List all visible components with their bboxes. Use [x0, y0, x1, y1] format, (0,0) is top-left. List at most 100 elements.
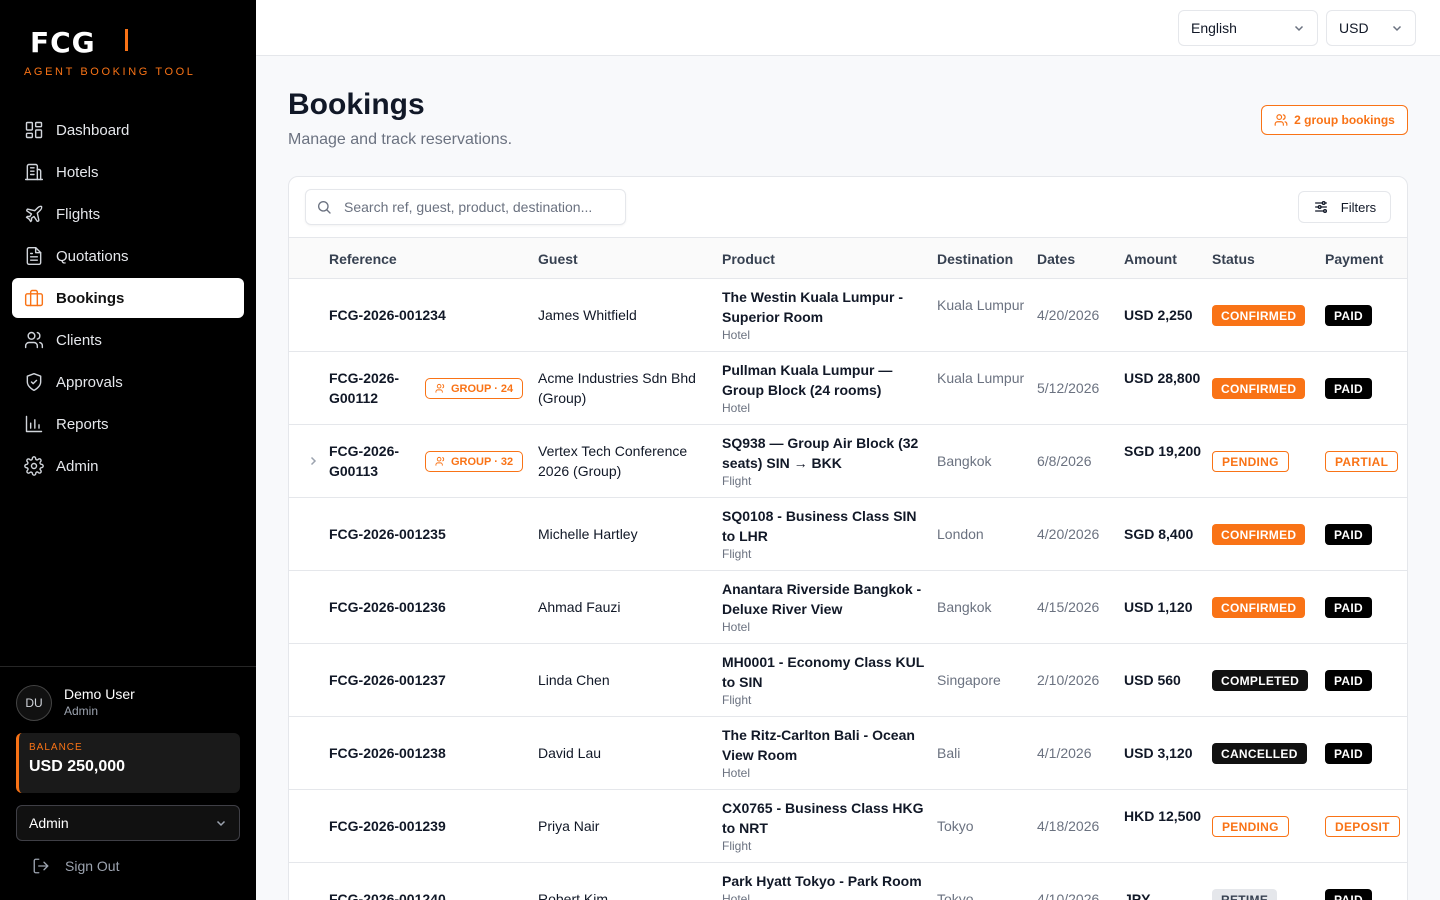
sidebar-item-label: Reports	[56, 415, 109, 433]
header-dates[interactable]: Dates	[1037, 251, 1075, 267]
sidebar-nav: Dashboard Hotels Flights Quotations Bookings…	[12, 110, 244, 488]
sidebar-item-label: Clients	[56, 331, 102, 349]
sidebar-item-hotels[interactable]: Hotels	[12, 152, 244, 192]
product-cell: Pullman Kuala Lumpur — Group Block (24 r…	[722, 360, 927, 416]
header-product[interactable]: Product	[722, 251, 775, 267]
logout-icon	[33, 858, 49, 874]
status-badge: CONFIRMED	[1212, 524, 1306, 545]
group-bookings-button[interactable]: 2 group bookings	[1261, 105, 1408, 135]
destination: Kuala Lumpur	[937, 297, 1025, 313]
language-select[interactable]: English	[1178, 10, 1318, 46]
sidebar-item-label: Hotels	[56, 163, 99, 181]
booking-reference[interactable]: FCG-2026-001239	[329, 816, 446, 836]
amount: HKD 12,500	[1124, 808, 1202, 824]
filters-label: Filters	[1340, 199, 1377, 215]
table-row[interactable]: FCG-2026-G00112 GROUP · 24 Acme Industries…	[289, 352, 1407, 425]
booking-date: 2/10/2026	[1037, 672, 1100, 688]
balance-value: USD 250,000	[29, 758, 126, 775]
table-row[interactable]: FCG-2026-001240 Robert Kim Park Hyatt Toky…	[289, 863, 1407, 900]
chevron-right-icon[interactable]	[307, 455, 319, 467]
sidebar-item-approvals[interactable]: Approvals	[12, 362, 244, 402]
product-cell: MH0001 - Economy Class KUL to SIN Flight	[722, 652, 927, 708]
filters-button[interactable]: Filters	[1298, 191, 1391, 223]
product-type: Hotel	[722, 892, 751, 900]
guest-name: Linda Chen	[538, 672, 610, 688]
sidebar-item-bookings[interactable]: Bookings	[12, 278, 244, 318]
gear-icon	[24, 456, 44, 476]
chevron-down-icon	[1294, 25, 1304, 32]
guest-name: Michelle Hartley	[538, 526, 638, 542]
amount: SGD 19,200	[1124, 443, 1202, 459]
booking-reference[interactable]: FCG-2026-G00112	[329, 368, 419, 408]
status-badge: CONFIRMED	[1212, 378, 1306, 399]
table-row[interactable]: FCG-2026-001236 Ahmad Fauzi Anantara River…	[289, 571, 1407, 644]
header-amount[interactable]: Amount	[1124, 251, 1177, 267]
product-type: Hotel	[722, 766, 751, 780]
booking-reference[interactable]: FCG-2026-001238	[329, 743, 446, 763]
search-input[interactable]: Search ref, guest, product, destination.…	[305, 189, 626, 225]
product-type: Hotel	[722, 401, 751, 415]
payment-badge: PAID	[1325, 670, 1372, 691]
currency-select[interactable]: USD	[1326, 10, 1416, 46]
table-row[interactable]: FCG-2026-001234 James Whitfield The Westin…	[289, 279, 1407, 352]
guest-name: David Lau	[538, 745, 602, 761]
header-guest[interactable]: Guest	[538, 251, 578, 267]
destination: Bangkok	[937, 599, 992, 615]
document-icon	[26, 246, 42, 266]
sidebar-item-quotations[interactable]: Quotations	[12, 236, 244, 276]
booking-reference[interactable]: FCG-2026-001235	[329, 524, 446, 544]
sidebar: FCG AGENT BOOKING TOOL Dashboard Hotels Fl…	[0, 0, 256, 900]
amount: SGD 8,400	[1124, 526, 1194, 542]
amount: JPY	[1124, 891, 1151, 900]
header-destination[interactable]: Destination	[937, 251, 1013, 267]
table-row[interactable]: FCG-2026-001238 David Lau The Ritz-Carlton…	[289, 717, 1407, 790]
booking-reference[interactable]: FCG-2026-001236	[329, 597, 446, 617]
destination: Tokyo	[937, 818, 974, 834]
sidebar-item-label: Flights	[56, 205, 101, 223]
header-payment[interactable]: Payment	[1325, 251, 1383, 267]
balance-card: BALANCE USD 250,000	[16, 733, 240, 793]
sidebar-item-flights[interactable]: Flights	[12, 194, 244, 234]
product-name: Park Hyatt Tokyo - Park Room	[722, 873, 922, 889]
table-row[interactable]: FCG-2026-001239 Priya Nair CX0765 - Busine…	[289, 790, 1407, 863]
product-type: Flight	[722, 693, 752, 707]
table-row[interactable]: FCG-2026-G00113 GROUP · 32 Vertex Tech Con…	[289, 425, 1407, 498]
sidebar-item-label: Bookings	[56, 289, 125, 307]
booking-date: 4/20/2026	[1037, 307, 1100, 323]
payment-badge: PAID	[1325, 305, 1372, 326]
role-select[interactable]: Admin	[16, 805, 240, 841]
bar-chart-icon	[25, 415, 43, 433]
amount: USD 28,800	[1124, 370, 1201, 386]
guest-name: James Whitfield	[538, 307, 637, 323]
sidebar-item-admin[interactable]: Admin	[12, 446, 244, 486]
product-cell: CX0765 - Business Class HKG to NRT Flight	[722, 798, 927, 854]
users-icon	[1274, 114, 1288, 126]
sign-out-button[interactable]: Sign Out	[32, 857, 119, 875]
hotel-icon	[24, 163, 44, 181]
status-badge: COMPLETED	[1212, 670, 1309, 691]
booking-date: 5/12/2026	[1037, 380, 1100, 396]
product-name: SQ0108 - Business Class SIN to LHR	[722, 508, 917, 544]
avatar[interactable]: DU	[16, 685, 52, 721]
booking-date: 6/8/2026	[1037, 453, 1092, 469]
booking-reference[interactable]: FCG-2026-001234	[329, 305, 446, 325]
sidebar-item-clients[interactable]: Clients	[12, 320, 244, 360]
group-bookings-label: 2 group bookings	[1294, 113, 1395, 127]
dashboard-icon	[25, 121, 43, 139]
payment-badge: PAID	[1325, 889, 1372, 900]
booking-reference[interactable]: FCG-2026-001237	[329, 670, 446, 690]
header-status[interactable]: Status	[1212, 251, 1255, 267]
guest-name: Robert Kim	[538, 891, 609, 900]
table-row[interactable]: FCG-2026-001235 Michelle Hartley SQ0108 - …	[289, 498, 1407, 571]
guest-name: Ahmad Fauzi	[538, 599, 621, 615]
destination: Singapore	[937, 672, 1001, 688]
table-row[interactable]: FCG-2026-001237 Linda Chen MH0001 - Econom…	[289, 644, 1407, 717]
sidebar-item-label: Quotations	[56, 247, 129, 265]
product-type: Flight	[722, 474, 752, 488]
sidebar-item-label: Approvals	[56, 373, 123, 391]
header-reference[interactable]: Reference	[329, 251, 397, 267]
booking-reference[interactable]: FCG-2026-001240	[329, 889, 446, 900]
sidebar-item-dashboard[interactable]: Dashboard	[12, 110, 244, 150]
sidebar-item-reports[interactable]: Reports	[12, 404, 244, 444]
booking-reference[interactable]: FCG-2026-G00113	[329, 441, 419, 481]
